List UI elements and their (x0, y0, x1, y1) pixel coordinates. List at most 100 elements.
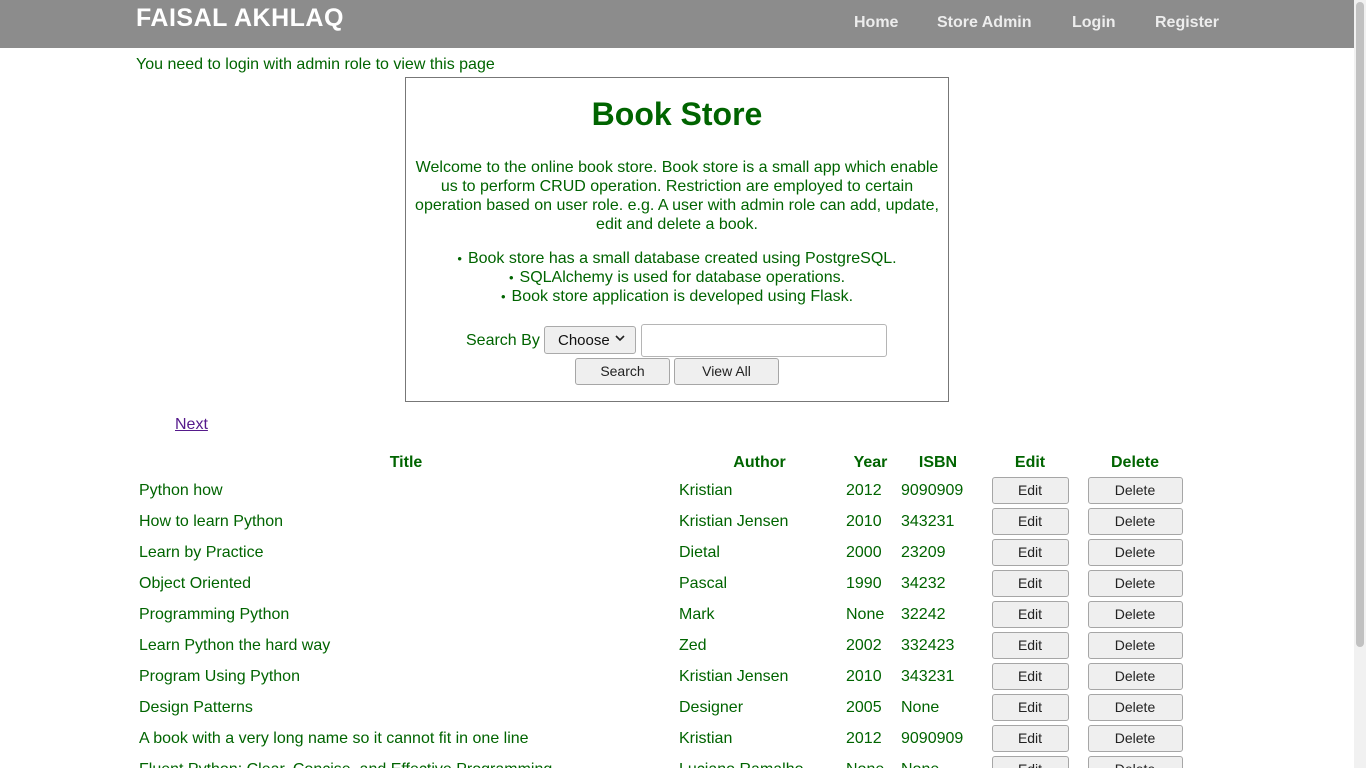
delete-cell: Delete (1082, 568, 1188, 599)
feature-list: Book store has a small database created … (406, 249, 948, 306)
table-row: Learn Python the hard way Zed 2002 332423 Ed… (136, 630, 1188, 661)
book-isbn-cell: 9090909 (901, 481, 964, 499)
book-title-cell: Object Oriented (139, 574, 252, 592)
nav-home-link[interactable]: Home (854, 14, 898, 32)
view-all-button[interactable]: View All (674, 358, 779, 385)
delete-button[interactable]: Delete (1087, 694, 1183, 721)
delete-button[interactable]: Delete (1087, 477, 1183, 504)
chevron-down-icon (615, 335, 625, 342)
delete-button[interactable]: Delete (1087, 663, 1183, 690)
delete-button[interactable]: Delete (1087, 756, 1183, 768)
delete-button[interactable]: Delete (1087, 632, 1183, 659)
search-by-label: Search By (466, 332, 540, 349)
table-row: Fluent Python: Clear, Concise, and Effec… (136, 754, 1188, 768)
delete-cell: Delete (1082, 723, 1188, 754)
nav-register-link[interactable]: Register (1155, 14, 1219, 32)
edit-cell: Edit (978, 630, 1082, 661)
book-author-cell: Dietal (679, 543, 720, 561)
delete-button[interactable]: Delete (1087, 725, 1183, 752)
edit-cell: Edit (978, 506, 1082, 537)
edit-button[interactable]: Edit (991, 663, 1069, 690)
search-by-select[interactable]: Choose (544, 326, 636, 354)
delete-button[interactable]: Delete (1087, 570, 1183, 597)
book-isbn-cell: 34232 (901, 574, 946, 592)
delete-button[interactable]: Delete (1087, 508, 1183, 535)
book-year-cell: 1990 (846, 574, 882, 592)
delete-cell: Delete (1082, 661, 1188, 692)
book-year-cell: None (846, 605, 885, 623)
title-column-header: Title (389, 454, 423, 471)
edit-cell: Edit (978, 692, 1082, 723)
book-author-cell: Luciano Ramalho (676, 754, 843, 768)
vertical-scrollbar[interactable] (1354, 0, 1366, 768)
book-author-cell: Mark (679, 605, 715, 623)
book-title-cell: How to learn Python (139, 512, 284, 530)
year-column-header: Year (853, 454, 888, 471)
delete-column-header: Delete (1110, 454, 1160, 471)
book-title-cell: Program Using Python (139, 667, 300, 685)
edit-cell: Edit (978, 723, 1082, 754)
nav-login-link[interactable]: Login (1072, 14, 1116, 32)
edit-button[interactable]: Edit (991, 601, 1069, 628)
delete-cell: Delete (1082, 630, 1188, 661)
table-header-row: Title Author Year ISBN Edit Delete (136, 451, 1188, 475)
edit-button[interactable]: Edit (991, 477, 1069, 504)
book-author-cell: Kristian (679, 481, 733, 499)
edit-button[interactable]: Edit (991, 694, 1069, 721)
book-isbn-cell: 9090909 (901, 729, 964, 747)
book-author-cell: Zed (679, 636, 707, 654)
table-row: Programming Python Mark None 32242 Edit Delet… (136, 599, 1188, 630)
book-year-cell: 2012 (846, 729, 882, 747)
book-year-cell: 2000 (846, 543, 882, 561)
brand-logo[interactable]: FAISAL AKHLAQ (136, 4, 344, 33)
delete-button[interactable]: Delete (1087, 601, 1183, 628)
book-isbn-cell: 332423 (901, 636, 955, 654)
edit-button[interactable]: Edit (991, 539, 1069, 566)
feature-item: Book store application is developed usin… (406, 287, 948, 306)
book-isbn-cell: 23209 (901, 543, 946, 561)
book-isbn-cell: None (898, 754, 978, 768)
delete-cell: Delete (1082, 475, 1188, 506)
table-row: Object Oriented Pascal 1990 34232 Edit Delete (136, 568, 1188, 599)
book-year-cell: 2012 (846, 481, 882, 499)
isbn-column-header: ISBN (918, 454, 958, 471)
feature-item: SQLAlchemy is used for database operatio… (406, 268, 948, 287)
search-input[interactable] (641, 324, 887, 357)
book-title-cell: Design Patterns (139, 698, 253, 716)
edit-button[interactable]: Edit (991, 725, 1069, 752)
info-panel: Book Store Welcome to the online book st… (405, 77, 949, 402)
delete-cell: Delete (1082, 537, 1188, 568)
book-isbn-cell: None (901, 698, 940, 716)
edit-button[interactable]: Edit (991, 508, 1069, 535)
search-button[interactable]: Search (575, 358, 670, 385)
book-year-cell: 2002 (846, 636, 882, 654)
search-by-select-value: Choose (558, 332, 610, 349)
author-column-header: Author (733, 454, 786, 471)
edit-cell: Edit (978, 754, 1082, 768)
table-row: Learn by Practice Dietal 2000 23209 Edit Dele… (136, 537, 1188, 568)
nav-store-admin-link[interactable]: Store Admin (937, 14, 1032, 32)
book-isbn-cell: 32242 (901, 605, 946, 623)
scrollbar-thumb[interactable] (1356, 2, 1364, 647)
navbar: FAISAL AKHLAQ Home Store Admin Login Reg… (0, 0, 1366, 48)
book-year-cell: 2005 (846, 698, 882, 716)
page-title: Book Store (591, 96, 763, 132)
edit-cell: Edit (978, 599, 1082, 630)
delete-button[interactable]: Delete (1087, 539, 1183, 566)
book-author-cell: Kristian Jensen (679, 667, 789, 685)
book-title-cell: Python how (139, 481, 223, 499)
edit-button[interactable]: Edit (991, 570, 1069, 597)
table-row: Python how Kristian 2012 9090909 Edit Delete (136, 475, 1188, 506)
next-page-link[interactable]: Next (175, 416, 208, 434)
book-author-cell: Kristian Jensen (679, 512, 789, 530)
delete-cell: Delete (1082, 754, 1188, 768)
book-title-cell: Learn by Practice (139, 543, 264, 561)
edit-button[interactable]: Edit (991, 632, 1069, 659)
table-row: A book with a very long name so it canno… (136, 723, 1188, 754)
book-isbn-cell: 343231 (901, 667, 955, 685)
book-author-cell: Designer (679, 698, 744, 716)
feature-item: Book store has a small database created … (406, 249, 948, 268)
edit-button[interactable]: Edit (991, 756, 1069, 768)
table-row: How to learn Python Kristian Jensen 2010 34… (136, 506, 1188, 537)
book-year-cell: 2010 (846, 667, 882, 685)
